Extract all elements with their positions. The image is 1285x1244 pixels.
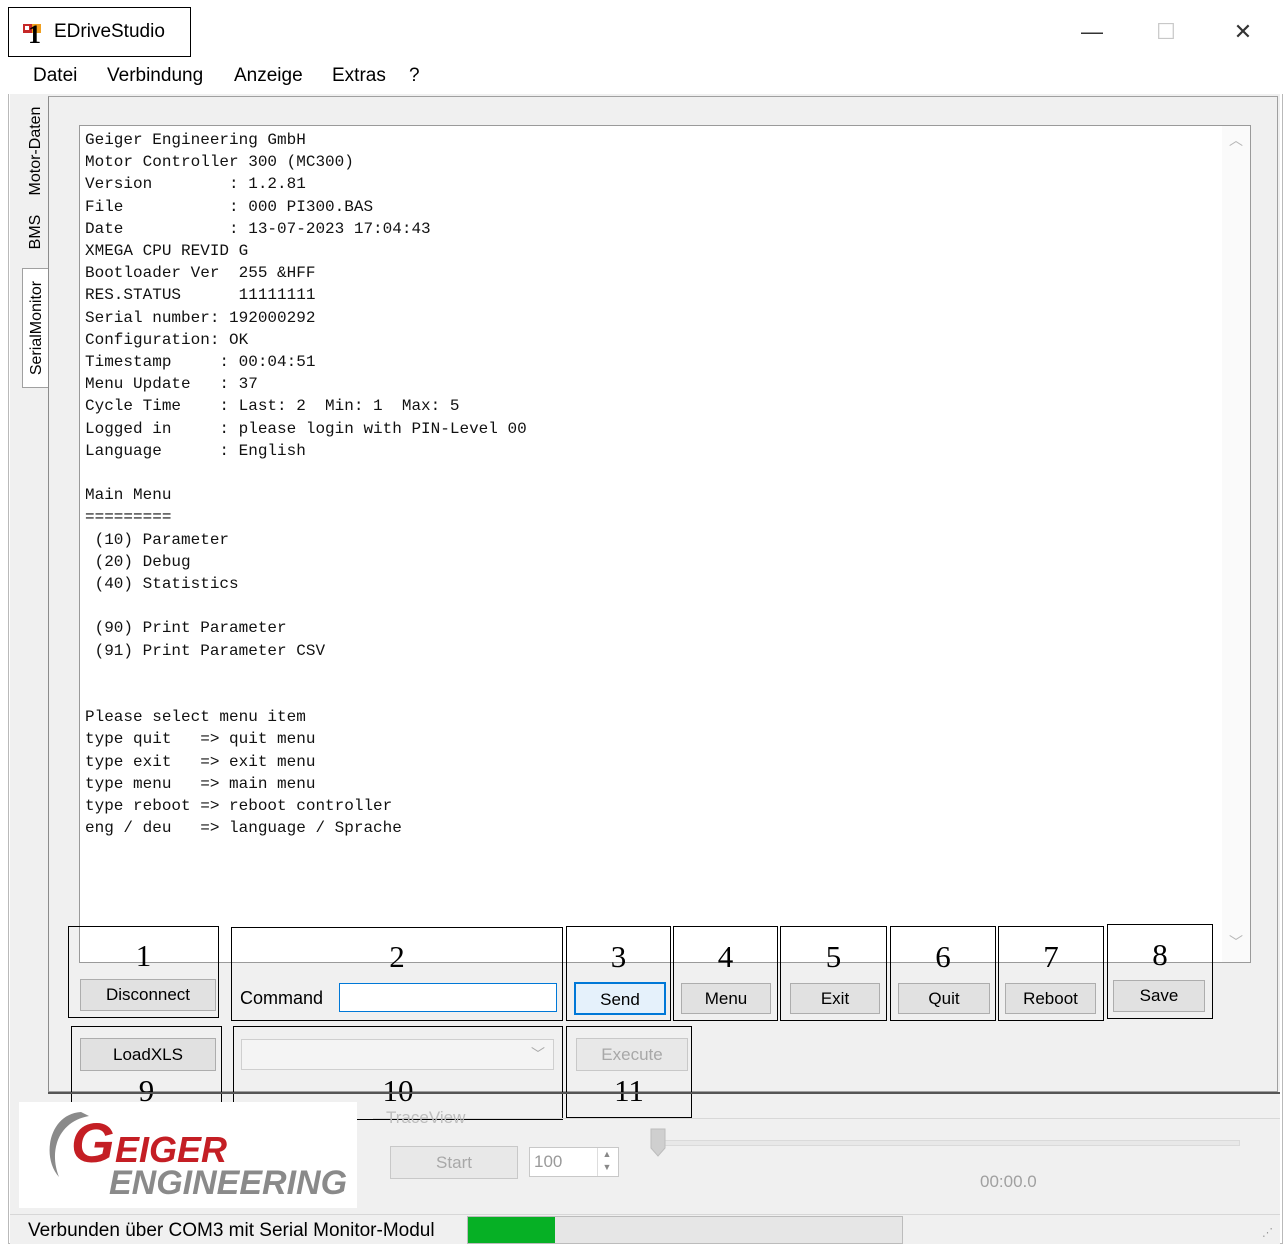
menu-datei[interactable]: Datei xyxy=(33,65,77,87)
exit-label: Exit xyxy=(820,989,850,1008)
disconnect-button[interactable]: Disconnect xyxy=(80,979,216,1011)
minimize-icon: — xyxy=(1081,19,1103,44)
tab-serialmonitor[interactable]: SerialMonitor xyxy=(22,268,51,388)
svg-text:ENGINEERING: ENGINEERING xyxy=(109,1164,347,1202)
reboot-label: Reboot xyxy=(1023,989,1078,1008)
close-button[interactable]: ✕ xyxy=(1220,14,1266,50)
tab-serialmonitor-label: SerialMonitor xyxy=(28,280,45,376)
connection-progress xyxy=(467,1216,903,1244)
menu-label: Menu xyxy=(704,989,748,1008)
title-annotation-number: 1 xyxy=(28,20,41,49)
command-input[interactable] xyxy=(339,983,557,1012)
menu-verbindung[interactable]: Verbindung xyxy=(107,65,203,87)
terminal-text: Geiger Engineering GmbH Motor Controller… xyxy=(85,131,527,838)
tab-bms-label: BMS xyxy=(27,214,44,250)
quit-label: Quit xyxy=(928,989,960,1008)
terminal-scrollbar[interactable]: ︿ ﹀ xyxy=(1222,126,1250,962)
annotation-number-5: 5 xyxy=(825,939,842,974)
quit-button[interactable]: Quit xyxy=(898,983,990,1014)
send-button[interactable]: Send xyxy=(574,982,666,1015)
loadxls-button[interactable]: LoadXLS xyxy=(80,1038,216,1071)
disconnect-label: Disconnect xyxy=(105,985,191,1004)
menu-anzeige[interactable]: Anzeige xyxy=(234,65,303,87)
execute-button[interactable]: Execute xyxy=(576,1038,688,1071)
command-label: Command xyxy=(240,988,324,1008)
script-select[interactable]: ﹀ xyxy=(241,1039,554,1070)
annotation-number-2: 2 xyxy=(389,939,405,974)
trace-slider-track[interactable] xyxy=(655,1140,1240,1146)
trace-interval-stepper[interactable]: 100 ▲ ▼ xyxy=(529,1147,619,1177)
vertical-tab-strip: Motor-Daten BMS SerialMonitor xyxy=(22,98,51,388)
close-icon: ✕ xyxy=(1233,19,1253,44)
trace-start-label: Start xyxy=(436,1153,472,1172)
trace-time: 00:00.0 xyxy=(980,1172,1037,1191)
trace-slider-thumb[interactable] xyxy=(650,1128,666,1158)
minimize-button[interactable]: — xyxy=(1069,14,1115,50)
tab-motor-daten-label: Motor-Daten xyxy=(27,106,44,196)
reboot-button[interactable]: Reboot xyxy=(1005,983,1096,1014)
traceview-label: TraceView xyxy=(386,1108,466,1127)
send-label: Send xyxy=(600,990,640,1009)
connection-status: Verbunden über COM3 mit Serial Monitor-M… xyxy=(28,1220,435,1241)
tab-motor-daten[interactable]: Motor-Daten xyxy=(22,98,51,204)
chevron-down-icon: ﹀ xyxy=(531,1046,545,1062)
maximize-button[interactable]: ☐ xyxy=(1143,14,1189,50)
resize-grip-icon[interactable]: ⋰ xyxy=(1262,1226,1273,1239)
panel-divider xyxy=(48,1092,1280,1094)
geiger-engineering-logo: G EIGER ENGINEERING xyxy=(19,1102,357,1208)
save-button[interactable]: Save xyxy=(1113,980,1205,1012)
connection-progress-fill xyxy=(468,1217,555,1243)
trace-interval-value: 100 xyxy=(534,1152,563,1171)
exit-button[interactable]: Exit xyxy=(790,983,880,1014)
spin-arrows-icon[interactable]: ▲ ▼ xyxy=(597,1148,616,1176)
maximize-icon: ☐ xyxy=(1156,19,1176,44)
loadxls-label: LoadXLS xyxy=(113,1045,183,1064)
window-title: EDriveStudio xyxy=(54,21,165,42)
save-label: Save xyxy=(1139,986,1179,1005)
menu-help[interactable]: ? xyxy=(409,65,420,87)
annotation-number-1: 1 xyxy=(135,938,152,973)
menu-extras[interactable]: Extras xyxy=(332,65,386,87)
annotation-number-6: 6 xyxy=(935,939,951,974)
annotation-number-8: 8 xyxy=(1152,937,1168,972)
menu-button[interactable]: Menu xyxy=(681,983,771,1014)
annotation-number-7: 7 xyxy=(1043,939,1059,974)
annotation-number-4: 4 xyxy=(717,939,734,974)
tab-bms[interactable]: BMS xyxy=(22,204,51,260)
scroll-down-icon[interactable]: ﹀ xyxy=(1222,932,1250,952)
trace-start-button[interactable]: Start xyxy=(390,1146,518,1179)
annotation-number-3: 3 xyxy=(610,939,627,974)
execute-label: Execute xyxy=(601,1045,663,1064)
scroll-up-icon[interactable]: ︿ xyxy=(1222,130,1250,150)
annotation-number-11: 11 xyxy=(614,1073,644,1108)
